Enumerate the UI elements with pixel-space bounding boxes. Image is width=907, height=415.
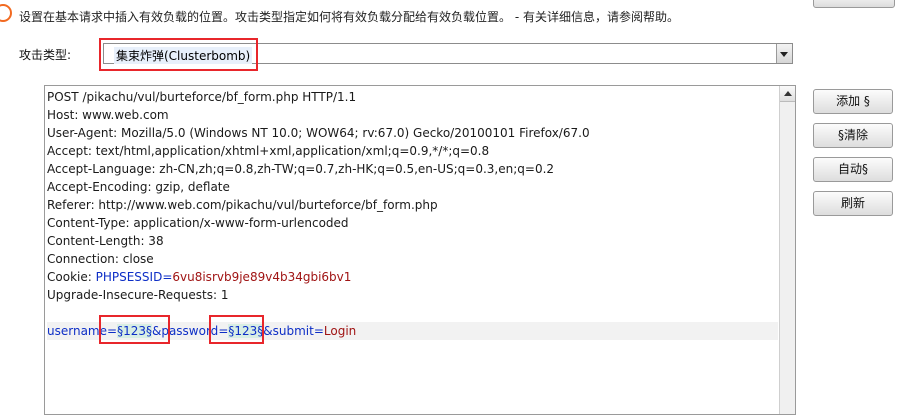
top-right-button[interactable] — [813, 0, 895, 8]
attack-type-label: 攻击类型: — [19, 48, 72, 62]
request-line: Referer: http://www.web.com/pikachu/vul/… — [47, 198, 438, 212]
request-line: Content-Type: application/x-www-form-url… — [47, 216, 349, 230]
submit-key: submit — [272, 324, 314, 338]
username-marker-highlight — [99, 315, 170, 344]
add-marker-button[interactable]: 添加 § — [813, 89, 893, 114]
request-line: User-Agent: Mozilla/5.0 (Windows NT 10.0… — [47, 126, 590, 140]
request-line: Accept-Encoding: gzip, deflate — [47, 180, 230, 194]
help-icon[interactable] — [0, 4, 12, 22]
request-line: Upgrade-Insecure-Requests: 1 — [47, 288, 229, 302]
request-line: Accept: text/html,application/xhtml+xml,… — [47, 144, 490, 158]
cookie-prefix: Cookie: — [47, 270, 96, 284]
equals-sign: = — [313, 324, 324, 338]
submit-value: Login — [323, 324, 357, 338]
auto-markers-button[interactable]: 自动§ — [813, 157, 893, 182]
vertical-scrollbar[interactable] — [779, 86, 795, 414]
clear-markers-button[interactable]: §清除 — [813, 123, 893, 148]
chevron-down-icon[interactable] — [776, 44, 792, 63]
request-text[interactable]: POST /pikachu/vul/burteforce/bf_form.php… — [47, 88, 778, 340]
password-marker-highlight — [209, 315, 264, 344]
request-line: Host: www.web.com — [47, 108, 169, 122]
ampersand: & — [263, 324, 273, 338]
request-line: POST /pikachu/vul/burteforce/bf_form.php… — [47, 90, 357, 104]
request-line: Content-Length: 38 — [47, 234, 164, 248]
cookie-equals: = — [162, 270, 173, 284]
cookie-key: PHPSESSID — [95, 270, 163, 284]
help-text: 设置在基本请求中插入有效负载的位置。攻击类型指定如何将有效负载分配给有效负载位置… — [19, 10, 679, 24]
cookie-line: Cookie: PHPSESSID=6vu8isrvb9je89v4b34gbi… — [47, 268, 778, 286]
cookie-value: 6vu8isrvb9je89v4b34gbi6bv1 — [172, 270, 352, 284]
username-key: username — [47, 324, 107, 338]
scroll-up-icon[interactable] — [780, 86, 795, 102]
request-line: Connection: close — [47, 252, 154, 266]
attack-type-highlight — [99, 38, 258, 71]
refresh-button[interactable]: 刷新 — [813, 191, 893, 216]
request-editor[interactable]: POST /pikachu/vul/burteforce/bf_form.php… — [44, 85, 796, 415]
request-line: Accept-Language: zh-CN,zh;q=0.8,zh-TW;q=… — [47, 162, 555, 176]
